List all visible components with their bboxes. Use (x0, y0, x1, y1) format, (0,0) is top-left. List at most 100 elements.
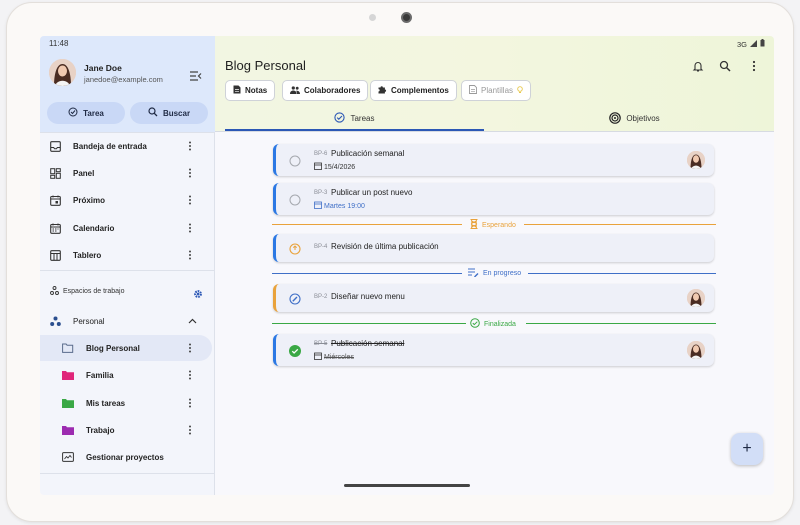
task-date: Miércoles (314, 352, 354, 362)
project-familia[interactable]: Familia (40, 362, 215, 388)
task-code: BP-5 (314, 341, 328, 347)
check-filled-icon[interactable] (289, 344, 301, 357)
sidebar-item-label: Tablero (73, 250, 102, 260)
tab-goals[interactable]: Objetivos (505, 106, 764, 131)
project-blog-personal[interactable]: Blog Personal (40, 335, 212, 361)
task-card[interactable]: BP-3 Publicar un post nuevo Martes 19:00 (273, 183, 714, 215)
group-label: Finalizada (470, 318, 516, 330)
sidebar-item-panel[interactable]: Panel (40, 160, 215, 186)
collapse-menu-icon[interactable] (190, 68, 202, 81)
sidebar-item-label: Calendario (73, 223, 115, 233)
notes-chip[interactable]: Notas (225, 80, 276, 101)
chip-label: Notas (245, 86, 268, 95)
camera-lens (401, 12, 412, 23)
task-date: 15/4/2026 (314, 162, 355, 172)
people-icon (290, 85, 300, 96)
calendar-icon (314, 352, 322, 362)
task-date-text: Miércoles (324, 353, 354, 361)
more-vert-icon[interactable] (186, 168, 194, 178)
circle-unchecked-icon[interactable] (289, 193, 301, 206)
workspace-label: Personal (73, 316, 105, 326)
assignee-avatar[interactable] (687, 151, 705, 169)
signal-icon (750, 39, 757, 49)
workspaces-icon (50, 286, 59, 297)
task-card[interactable]: BP-6 Publicación semanal 15/4/2026 (273, 144, 714, 176)
project-mis-tareas[interactable]: Mis tareas (40, 390, 215, 416)
calendar-upcoming-icon (50, 195, 61, 206)
task-card[interactable]: BP-4 Revisión de última publicación (273, 234, 714, 262)
workspace-personal[interactable]: Personal (40, 308, 215, 334)
status-bar-right: 3G (737, 39, 765, 49)
search-icon (148, 107, 158, 119)
add-task-icon (68, 107, 78, 119)
add-task-button[interactable]: Tarea (47, 102, 125, 124)
top-app-bar: 3G Blog Personal Notas Colaboradores Com… (215, 36, 774, 131)
tablet-frame: 11:48 Jane Doe janedoe@example.com Tarea… (6, 2, 794, 522)
group-label: En progreso (468, 268, 521, 279)
sidebar-item-upcoming[interactable]: Próximo (40, 187, 215, 213)
more-vert-icon[interactable] (186, 343, 194, 353)
circle-unchecked-icon[interactable] (289, 154, 301, 167)
more-vert-icon[interactable] (748, 59, 760, 72)
sidebar-item-label: Próximo (73, 195, 106, 205)
collaborators-chip[interactable]: Colaboradores (282, 80, 369, 101)
add-ons-chip[interactable]: Complementos (370, 80, 457, 101)
task-title: Publicación semanal (331, 339, 405, 348)
chevron-up-icon[interactable] (188, 316, 197, 326)
task-title: Diseñar nuevo menu (331, 292, 405, 301)
sidebar-item-inbox[interactable]: Bandeja de entrada (40, 133, 215, 159)
separator-line (528, 273, 716, 274)
sidebar-item-label: Bandeja de entrada (73, 141, 147, 151)
template-icon (469, 85, 477, 96)
task-title: Publicación semanal (331, 149, 405, 158)
separator-line (272, 273, 462, 274)
sidebar-item-calendar[interactable]: Calendario (40, 215, 215, 241)
edit-list-icon (468, 268, 479, 279)
task-code: BP-4 (314, 244, 328, 250)
more-vert-icon[interactable] (186, 195, 194, 205)
folder-icon (62, 425, 74, 436)
more-vert-icon[interactable] (186, 398, 194, 408)
calendar-icon (50, 223, 61, 234)
status-time: 11:48 (49, 39, 69, 48)
more-vert-icon[interactable] (186, 370, 194, 380)
avatar[interactable] (49, 59, 76, 86)
board-icon (50, 249, 61, 261)
manage-projects-button[interactable]: Gestionar proyectos (40, 444, 215, 470)
more-vert-icon[interactable] (186, 250, 194, 260)
more-vert-icon[interactable] (186, 425, 194, 435)
workspaces-settings-gear-icon[interactable] (193, 286, 203, 298)
tab-label: Objetivos (626, 114, 660, 123)
sensor-dot (369, 14, 376, 21)
workspaces-title: Espacios de trabajo (50, 286, 124, 297)
assignee-avatar[interactable] (687, 289, 705, 307)
add-fab-button[interactable]: + (731, 433, 763, 465)
task-date: Martes 19:00 (314, 201, 365, 211)
project-label: Trabajo (86, 425, 115, 435)
project-trabajo[interactable]: Trabajo (40, 417, 215, 443)
search-icon[interactable] (719, 59, 731, 72)
note-icon (233, 85, 241, 96)
separator-line (272, 323, 466, 324)
target-icon (609, 111, 622, 126)
network-label: 3G (736, 39, 747, 49)
divider (40, 270, 215, 271)
more-vert-icon[interactable] (186, 223, 194, 233)
group-label-text: Esperando (482, 221, 516, 229)
tab-tasks[interactable]: Tareas (225, 106, 484, 131)
search-button[interactable]: Buscar (130, 102, 208, 124)
task-card[interactable]: BP-2 Diseñar nuevo menu (273, 284, 714, 312)
sidebar-item-label: Panel (73, 168, 95, 178)
folder-open-icon (62, 343, 74, 354)
more-vert-icon[interactable] (186, 141, 194, 151)
waiting-status-icon[interactable] (289, 242, 301, 255)
project-label: Mis tareas (86, 398, 126, 408)
check-circle-icon (334, 112, 346, 125)
sidebar-item-board[interactable]: Tablero (40, 242, 215, 268)
task-date-text: 15/4/2026 (324, 163, 356, 171)
assignee-avatar[interactable] (687, 341, 705, 359)
bell-icon[interactable] (692, 59, 704, 72)
in-progress-status-icon[interactable] (289, 292, 301, 305)
app-screen: 11:48 Jane Doe janedoe@example.com Tarea… (40, 36, 774, 495)
task-card[interactable]: BP-5 Publicación semanal Miércoles (273, 334, 714, 366)
